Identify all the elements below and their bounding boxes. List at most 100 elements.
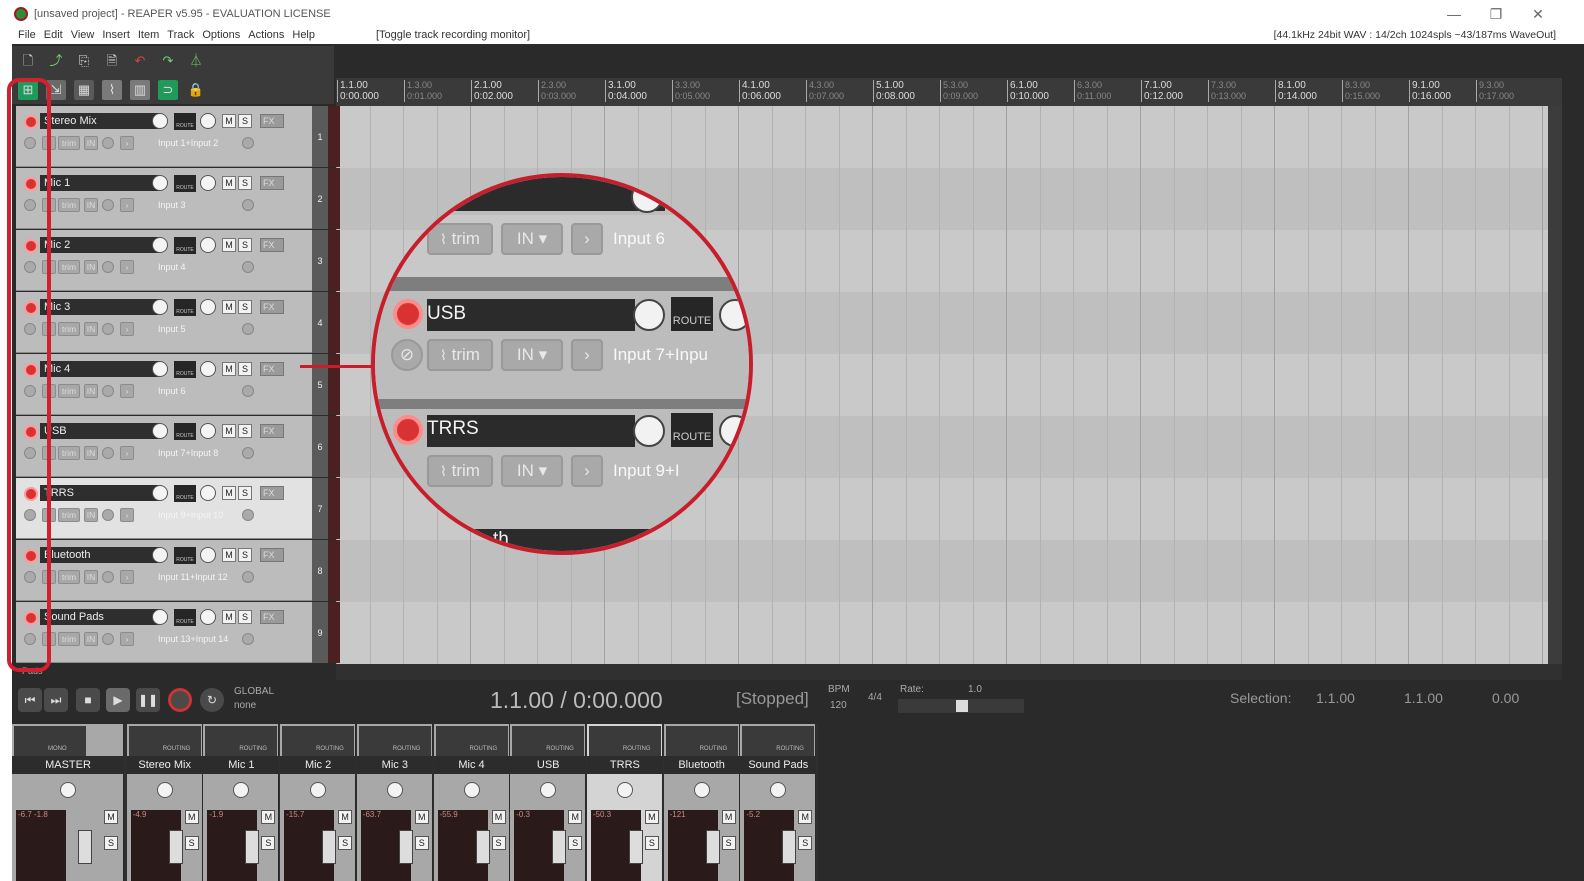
mixer-pan-knob[interactable]: [616, 782, 633, 798]
menu-file[interactable]: File: [18, 29, 36, 41]
monitor-arrow-icon[interactable]: ›: [120, 136, 134, 150]
mixer-pan-knob[interactable]: [386, 782, 403, 798]
mute-button[interactable]: M: [222, 176, 236, 190]
monitor-dropdown-icon[interactable]: [102, 385, 114, 397]
solo-button[interactable]: S: [238, 238, 252, 252]
solo-button[interactable]: S: [238, 548, 252, 562]
mixer-mute-button[interactable]: M: [644, 810, 659, 824]
fx-button[interactable]: FX: [260, 176, 284, 190]
trim-button[interactable]: trim: [58, 260, 80, 274]
mute-button[interactable]: M: [222, 424, 236, 438]
record-input-select[interactable]: Input 3: [144, 198, 256, 212]
pan-knob[interactable]: [200, 175, 216, 191]
mute-button[interactable]: M: [222, 548, 236, 562]
trim-button[interactable]: trim: [58, 136, 80, 150]
pan-knob[interactable]: [200, 361, 216, 377]
route-button[interactable]: ROUTE: [174, 299, 196, 316]
fx-button[interactable]: FX: [260, 486, 284, 500]
monitor-dropdown-icon[interactable]: [102, 323, 114, 335]
input-dropdown-icon[interactable]: [242, 509, 254, 521]
fx-button[interactable]: FX: [260, 238, 284, 252]
input-monitor-button[interactable]: IN: [84, 632, 98, 646]
stop-button[interactable]: ■: [76, 688, 100, 712]
volume-knob[interactable]: [152, 113, 168, 129]
record-input-select[interactable]: Input 6: [144, 384, 256, 398]
pan-knob[interactable]: [200, 423, 216, 439]
record-input-select[interactable]: Input 11+Input 12: [144, 570, 256, 584]
track-lane[interactable]: [336, 106, 1548, 168]
play-button[interactable]: ▶: [106, 688, 130, 712]
mixer-mute-button[interactable]: M: [338, 810, 353, 824]
mixer-fader[interactable]: [628, 830, 643, 864]
mixer-fader[interactable]: [168, 830, 183, 864]
menu-track[interactable]: Track: [167, 29, 194, 41]
trim-button[interactable]: trim: [58, 570, 80, 584]
track-name[interactable]: USB: [40, 423, 160, 439]
mixer-pan-knob[interactable]: [770, 782, 787, 798]
track-name[interactable]: Stereo Mix: [40, 113, 160, 129]
go-to-end-button[interactable]: ⏭: [44, 688, 68, 712]
route-button[interactable]: ROUTE: [174, 361, 196, 378]
pan-knob[interactable]: [200, 113, 216, 129]
monitor-arrow-icon[interactable]: ›: [120, 570, 134, 584]
menu-item[interactable]: Item: [138, 29, 159, 41]
vertical-scrollbar[interactable]: [1548, 106, 1562, 664]
mixer-strip[interactable]: ROUTING USB -0.3 M S: [510, 724, 587, 881]
track-panel[interactable]: Mic 3 ROUTE M S FX ⌇ trim IN › Input 5: [16, 292, 312, 353]
selection-start[interactable]: 1.1.00: [1316, 690, 1355, 706]
record-input-select[interactable]: Input 9+Input 10: [144, 508, 256, 522]
mute-button[interactable]: M: [222, 114, 236, 128]
menu-help[interactable]: Help: [292, 29, 315, 41]
volume-knob[interactable]: [152, 237, 168, 253]
route-button[interactable]: ROUTE: [174, 113, 196, 130]
mixer-solo-button[interactable]: S: [414, 836, 429, 850]
input-dropdown-icon[interactable]: [242, 199, 254, 211]
monitor-dropdown-icon[interactable]: [102, 199, 114, 211]
track-panel[interactable]: Mic 2 ROUTE M S FX ⌇ trim IN › Input 4: [16, 230, 312, 291]
route-button[interactable]: ROUTE: [174, 609, 196, 626]
mixer-pan-knob[interactable]: [463, 782, 480, 798]
mixer-strip[interactable]: ROUTING Mic 4 -55.9 M S: [433, 724, 510, 881]
input-dropdown-icon[interactable]: [242, 447, 254, 459]
pan-knob[interactable]: [200, 299, 216, 315]
repeat-button[interactable]: ↻: [200, 688, 224, 712]
track-name[interactable]: Mic 4: [40, 361, 160, 377]
monitor-arrow-icon[interactable]: ›: [120, 446, 134, 460]
input-monitor-button[interactable]: IN: [84, 446, 98, 460]
mixer-mute-button[interactable]: M: [721, 810, 736, 824]
track-name[interactable]: Mic 2: [40, 237, 160, 253]
solo-button[interactable]: S: [238, 114, 252, 128]
track-lane[interactable]: [336, 602, 1548, 664]
mute-button[interactable]: M: [222, 610, 236, 624]
track-name[interactable]: Bluetooth: [40, 547, 160, 563]
metronome-icon[interactable]: ⏃: [186, 51, 206, 71]
monitor-arrow-icon[interactable]: ›: [120, 198, 134, 212]
mixer-fader[interactable]: [552, 830, 567, 864]
input-dropdown-icon[interactable]: [242, 323, 254, 335]
monitor-dropdown-icon[interactable]: [102, 571, 114, 583]
volume-knob[interactable]: [152, 609, 168, 625]
trim-button[interactable]: trim: [58, 508, 80, 522]
trim-button[interactable]: trim: [58, 446, 80, 460]
mixer-mute-button[interactable]: M: [184, 810, 199, 824]
new-project-icon[interactable]: 🗋: [18, 51, 38, 71]
solo-button[interactable]: S: [238, 424, 252, 438]
trim-button[interactable]: trim: [58, 322, 80, 336]
record-input-select[interactable]: Input 4: [144, 260, 256, 274]
monitor-arrow-icon[interactable]: ›: [120, 384, 134, 398]
route-button[interactable]: ROUTE: [174, 423, 196, 440]
solo-button[interactable]: S: [238, 610, 252, 624]
menu-actions[interactable]: Actions: [248, 29, 284, 41]
mixer-strip[interactable]: ROUTING Bluetooth -121 M S: [663, 724, 740, 881]
mixer-pan-knob[interactable]: [156, 782, 173, 798]
fx-button[interactable]: FX: [260, 610, 284, 624]
restore-button[interactable]: ❐: [1486, 4, 1506, 24]
fx-button[interactable]: FX: [260, 362, 284, 376]
mixer-mute-button[interactable]: M: [414, 810, 429, 824]
selection-end[interactable]: 1.1.00: [1404, 690, 1443, 706]
mute-button[interactable]: M: [222, 486, 236, 500]
envelope-icon[interactable]: ⌇: [102, 80, 122, 100]
input-monitor-button[interactable]: IN: [84, 322, 98, 336]
input-dropdown-icon[interactable]: [242, 261, 254, 273]
record-button[interactable]: [168, 688, 192, 712]
